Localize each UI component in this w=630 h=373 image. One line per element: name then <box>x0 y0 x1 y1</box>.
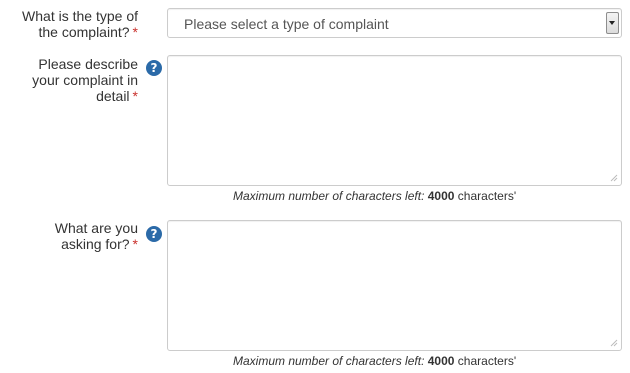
complaint-type-selected-value: Please select a type of complaint <box>184 16 389 32</box>
complaint-type-select[interactable]: Please select a type of complaint <box>167 8 622 38</box>
chevron-down-icon <box>609 21 615 25</box>
required-asterisk: * <box>132 88 138 104</box>
resize-handle-icon[interactable] <box>609 173 618 182</box>
request-label-line2: asking for? <box>61 236 130 252</box>
description-label: Please describe your complaint in detail… <box>32 56 138 104</box>
request-label: What are you asking for? * <box>55 220 138 252</box>
counter-count: 4000 <box>427 189 455 203</box>
counter-prefix: Maximum number of characters left: <box>233 189 425 203</box>
counter-suffix: characters' <box>457 354 517 368</box>
counter-suffix: characters' <box>457 189 517 203</box>
description-label-line2: your complaint in <box>32 72 138 88</box>
description-textarea[interactable] <box>167 55 622 186</box>
description-char-counter: Maximum number of characters left: 4000 … <box>233 189 516 203</box>
description-label-line3: detail <box>96 88 130 104</box>
required-asterisk: * <box>132 236 138 252</box>
request-textarea[interactable] <box>167 220 622 351</box>
request-label-line1: What are you <box>54 220 138 236</box>
question-circle-icon[interactable]: ? <box>146 226 162 242</box>
question-circle-icon[interactable]: ? <box>146 60 162 76</box>
complaint-type-label: What is the type of the complaint? * <box>22 8 138 40</box>
request-char-counter: Maximum number of characters left: 4000 … <box>233 354 516 368</box>
dropdown-button[interactable] <box>606 12 619 34</box>
complaint-form: What is the type of the complaint? * Plea… <box>0 0 630 373</box>
resize-handle-icon[interactable] <box>609 338 618 347</box>
required-asterisk: * <box>132 24 138 40</box>
counter-count: 4000 <box>427 354 455 368</box>
counter-prefix: Maximum number of characters left: <box>233 354 425 368</box>
complaint-type-label-line1: What is the type of <box>22 8 138 24</box>
description-label-line1: Please describe <box>38 56 138 72</box>
complaint-type-label-line2: the complaint? <box>38 24 130 40</box>
